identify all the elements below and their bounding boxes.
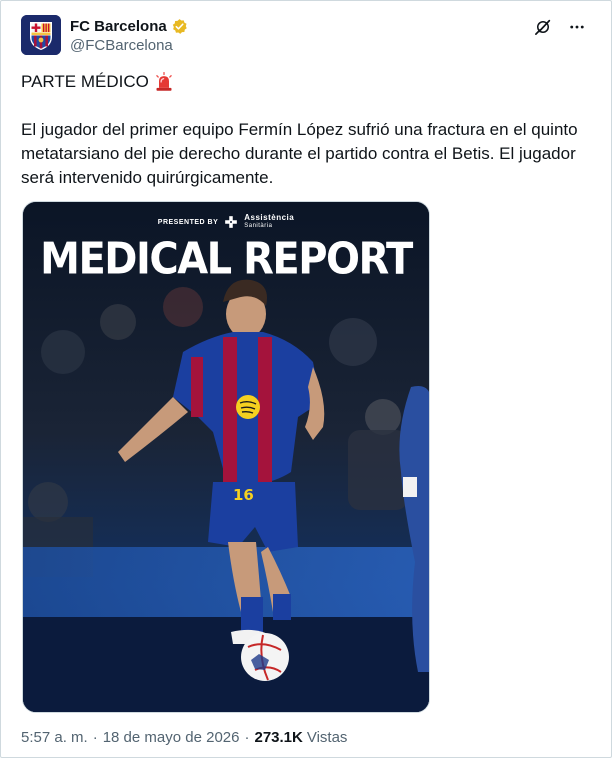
display-name[interactable]: FC Barcelona	[70, 18, 167, 35]
separator: ·	[244, 729, 250, 746]
header-actions	[533, 17, 587, 37]
views-count: 273.1K	[254, 729, 303, 746]
tweet-header: FC Barcelona @FCBarcelona	[21, 15, 595, 57]
tweet-footer: 5:57 a. m. · 18 de mayo de 2026 · 273.1K…	[21, 729, 347, 746]
account-names: FC Barcelona @FCBarcelona	[70, 16, 188, 54]
grok-icon[interactable]	[533, 17, 553, 37]
medical-report-headline: MEDICAL REPORT	[40, 234, 413, 285]
sponsor-name-text: Assistència	[244, 213, 295, 222]
presented-by-label: PRESENTED BY	[157, 218, 219, 226]
post-body: El jugador del primer equipo Fermín Lópe…	[21, 120, 578, 187]
more-icon[interactable]	[567, 17, 587, 37]
presented-by: PRESENTED BY Assistència Sanitària	[23, 214, 429, 230]
separator: ·	[92, 729, 98, 746]
tweet-text: PARTE MÉDICO El jugador del primer equip…	[21, 70, 591, 190]
tweet-card: FC Barcelona @FCBarcelona PARTE MÉDICO E…	[0, 0, 612, 758]
shirt-number: 16	[233, 486, 254, 504]
sponsor-name: Assistència Sanitària	[244, 214, 294, 230]
avatar[interactable]	[21, 15, 61, 55]
post-title: PARTE MÉDICO	[21, 72, 149, 91]
verified-badge-icon[interactable]	[171, 18, 188, 35]
account-handle[interactable]: @FCBarcelona	[70, 37, 188, 54]
post-date-link[interactable]: 18 de mayo de 2026	[103, 729, 240, 746]
sponsor-sub-text: Sanitària	[244, 223, 273, 229]
sponsor-logo-icon	[225, 216, 238, 228]
post-time-link[interactable]: 5:57 a. m.	[21, 729, 88, 746]
media-image[interactable]: 16 PRESENTED BY Assistència Sanitària ME…	[22, 201, 430, 713]
views-label: Vistas	[306, 729, 348, 746]
siren-icon	[154, 72, 174, 92]
